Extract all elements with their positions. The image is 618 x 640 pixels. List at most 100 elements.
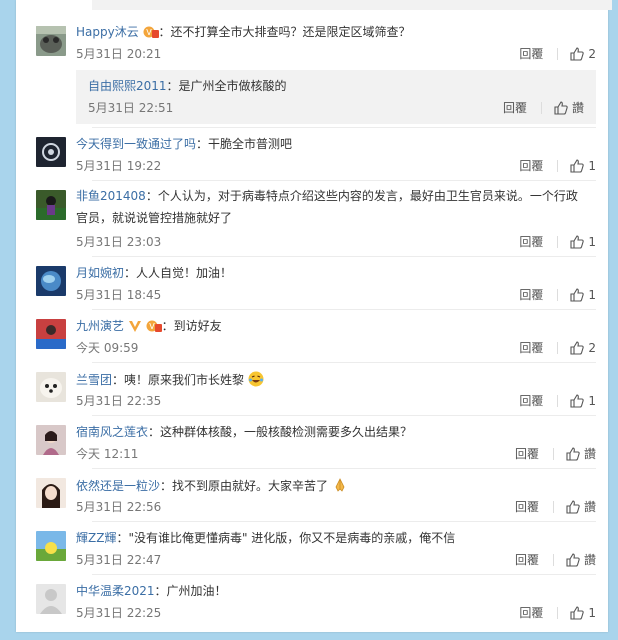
comment-time: 5月31日 22:35 bbox=[76, 394, 162, 408]
commenter-name[interactable]: 九州演艺 bbox=[76, 319, 124, 333]
avatar[interactable] bbox=[36, 584, 66, 614]
comment-text: 中华温柔2021：广州加油！ bbox=[76, 583, 227, 599]
comment-body: ：人人自觉！加油！ bbox=[124, 266, 233, 280]
like-thumb-icon[interactable] bbox=[570, 606, 585, 620]
avatar[interactable] bbox=[36, 266, 66, 296]
comment-text: 九州演艺 V ：到访好友 bbox=[76, 318, 222, 337]
reply-button[interactable]: 回覆 bbox=[515, 552, 539, 568]
like-thumb-icon[interactable] bbox=[570, 288, 585, 302]
divider bbox=[557, 160, 559, 172]
divider bbox=[92, 468, 596, 469]
like-button[interactable]: 讚 bbox=[572, 100, 584, 116]
commenter-name[interactable]: 依然还是一粒沙 bbox=[76, 479, 160, 493]
comment-body: ："没有谁比俺更懂病毒" 进化版，你又不是病毒的亲戚，俺不信 bbox=[116, 531, 456, 545]
sub-reply: 自由熙熙2011：是广州全市做核酸的 5月31日 22:51 回覆 讚 bbox=[76, 70, 596, 124]
vip-badge-icon: V bbox=[146, 319, 162, 337]
commenter-name[interactable]: 月如婉初 bbox=[76, 266, 124, 280]
reply-button[interactable]: 回覆 bbox=[519, 46, 543, 62]
comment-body: ：这种群体核酸，一般核酸检测需要多久出结果？ bbox=[148, 425, 413, 439]
divider bbox=[552, 554, 554, 566]
comment-time: 5月31日 18:45 bbox=[76, 288, 162, 302]
reply-button[interactable]: 回覆 bbox=[515, 499, 539, 515]
divider bbox=[92, 415, 596, 416]
avatar[interactable] bbox=[36, 372, 66, 402]
vip-badge-icon: V bbox=[143, 25, 159, 43]
reply-button[interactable]: 回覆 bbox=[519, 340, 543, 356]
avatar[interactable] bbox=[36, 137, 66, 167]
divider bbox=[92, 127, 596, 128]
divider bbox=[92, 362, 596, 363]
comment-text: 非鱼201408：个人认为，对于病毒特点介绍这些内容的发言，最好由卫生官员来说。… bbox=[76, 185, 588, 229]
divider bbox=[92, 574, 596, 575]
avatar[interactable] bbox=[36, 425, 66, 455]
commenter-name[interactable]: 自由熙熙2011 bbox=[88, 79, 167, 93]
like-thumb-icon[interactable] bbox=[554, 101, 568, 115]
reply-button[interactable]: 回覆 bbox=[503, 100, 527, 116]
reply-button[interactable]: 回覆 bbox=[515, 446, 539, 462]
commenter-name[interactable]: 兰雪团 bbox=[76, 373, 112, 387]
like-thumb-icon[interactable] bbox=[570, 341, 585, 355]
divider bbox=[557, 607, 559, 619]
divider bbox=[92, 309, 596, 310]
like-count[interactable]: 1 bbox=[588, 287, 596, 303]
divider bbox=[557, 289, 559, 301]
comment-time: 今天 09:59 bbox=[76, 341, 139, 355]
commenter-name[interactable]: 非鱼201408 bbox=[76, 189, 146, 203]
commenter-name[interactable]: 今天得到一致通过了吗 bbox=[76, 137, 196, 151]
comment-text: 月如婉初：人人自觉！加油！ bbox=[76, 265, 232, 281]
svg-text:V: V bbox=[149, 322, 155, 331]
reply-button[interactable]: 回覆 bbox=[519, 605, 543, 621]
comment-time: 5月31日 22:51 bbox=[88, 101, 174, 115]
comment-actions: 回覆 讚 bbox=[503, 100, 584, 116]
comment-text: 今天得到一致通过了吗：干脆全市普测吧 bbox=[76, 136, 292, 152]
reply-button[interactable]: 回覆 bbox=[519, 287, 543, 303]
like-thumb-icon[interactable] bbox=[566, 500, 580, 514]
comment-time: 5月31日 20:21 bbox=[76, 47, 162, 61]
like-count[interactable]: 2 bbox=[588, 340, 596, 356]
like-count[interactable]: 1 bbox=[588, 158, 596, 174]
like-count[interactable]: 1 bbox=[588, 234, 596, 250]
like-count[interactable]: 2 bbox=[588, 46, 596, 62]
like-count[interactable]: 1 bbox=[588, 605, 596, 621]
praying-hands-emoji-icon bbox=[332, 477, 348, 497]
like-button[interactable]: 讚 bbox=[584, 499, 596, 515]
comment-actions: 回覆 2 bbox=[519, 46, 596, 62]
avatar[interactable] bbox=[36, 531, 66, 561]
commenter-name[interactable]: 輝ZZ輝 bbox=[76, 531, 116, 545]
like-button[interactable]: 讚 bbox=[584, 446, 596, 462]
comment-body: ：广州加油！ bbox=[154, 584, 227, 598]
comment-body: ：是广州全市做核酸的 bbox=[166, 79, 287, 93]
comment-body: ：到访好友 bbox=[161, 319, 222, 333]
divider bbox=[92, 180, 596, 181]
divider bbox=[552, 448, 554, 460]
comment-time: 5月31日 19:22 bbox=[76, 159, 162, 173]
previous-comment-edge bbox=[92, 0, 612, 10]
avatar[interactable] bbox=[36, 190, 66, 220]
like-thumb-icon[interactable] bbox=[566, 447, 580, 461]
like-button[interactable]: 讚 bbox=[584, 552, 596, 568]
like-thumb-icon[interactable] bbox=[566, 553, 580, 567]
comment-body: ：咦！原来我们市长姓黎 bbox=[112, 373, 245, 387]
avatar[interactable] bbox=[36, 319, 66, 349]
like-thumb-icon[interactable] bbox=[570, 159, 585, 173]
commenter-name[interactable]: 中华温柔2021 bbox=[76, 584, 155, 598]
divider bbox=[557, 342, 559, 354]
comment-actions: 回覆 讚 bbox=[515, 499, 596, 515]
like-thumb-icon[interactable] bbox=[570, 47, 585, 61]
svg-text:V: V bbox=[146, 28, 152, 37]
commenter-name[interactable]: Happy沐云 bbox=[76, 25, 139, 39]
comment-panel: Happy沐云 V ：还不打算全市大排查吗？还是限定区域筛查？ 5月31日 20:… bbox=[16, 0, 612, 632]
commenter-name[interactable]: 宿南风之莲衣 bbox=[76, 425, 148, 439]
like-thumb-icon[interactable] bbox=[570, 394, 585, 408]
like-count[interactable]: 1 bbox=[588, 393, 596, 409]
reply-button[interactable]: 回覆 bbox=[519, 234, 543, 250]
like-thumb-icon[interactable] bbox=[570, 235, 585, 249]
sub-reply-text: 自由熙熙2011：是广州全市做核酸的 bbox=[88, 78, 287, 94]
comment-time: 5月31日 22:47 bbox=[76, 553, 162, 567]
avatar[interactable] bbox=[36, 26, 66, 56]
reply-button[interactable]: 回覆 bbox=[519, 158, 543, 174]
comment-time: 今天 12:11 bbox=[76, 447, 139, 461]
comment-time: 5月31日 23:03 bbox=[76, 235, 162, 249]
avatar[interactable] bbox=[36, 478, 66, 508]
reply-button[interactable]: 回覆 bbox=[519, 393, 543, 409]
